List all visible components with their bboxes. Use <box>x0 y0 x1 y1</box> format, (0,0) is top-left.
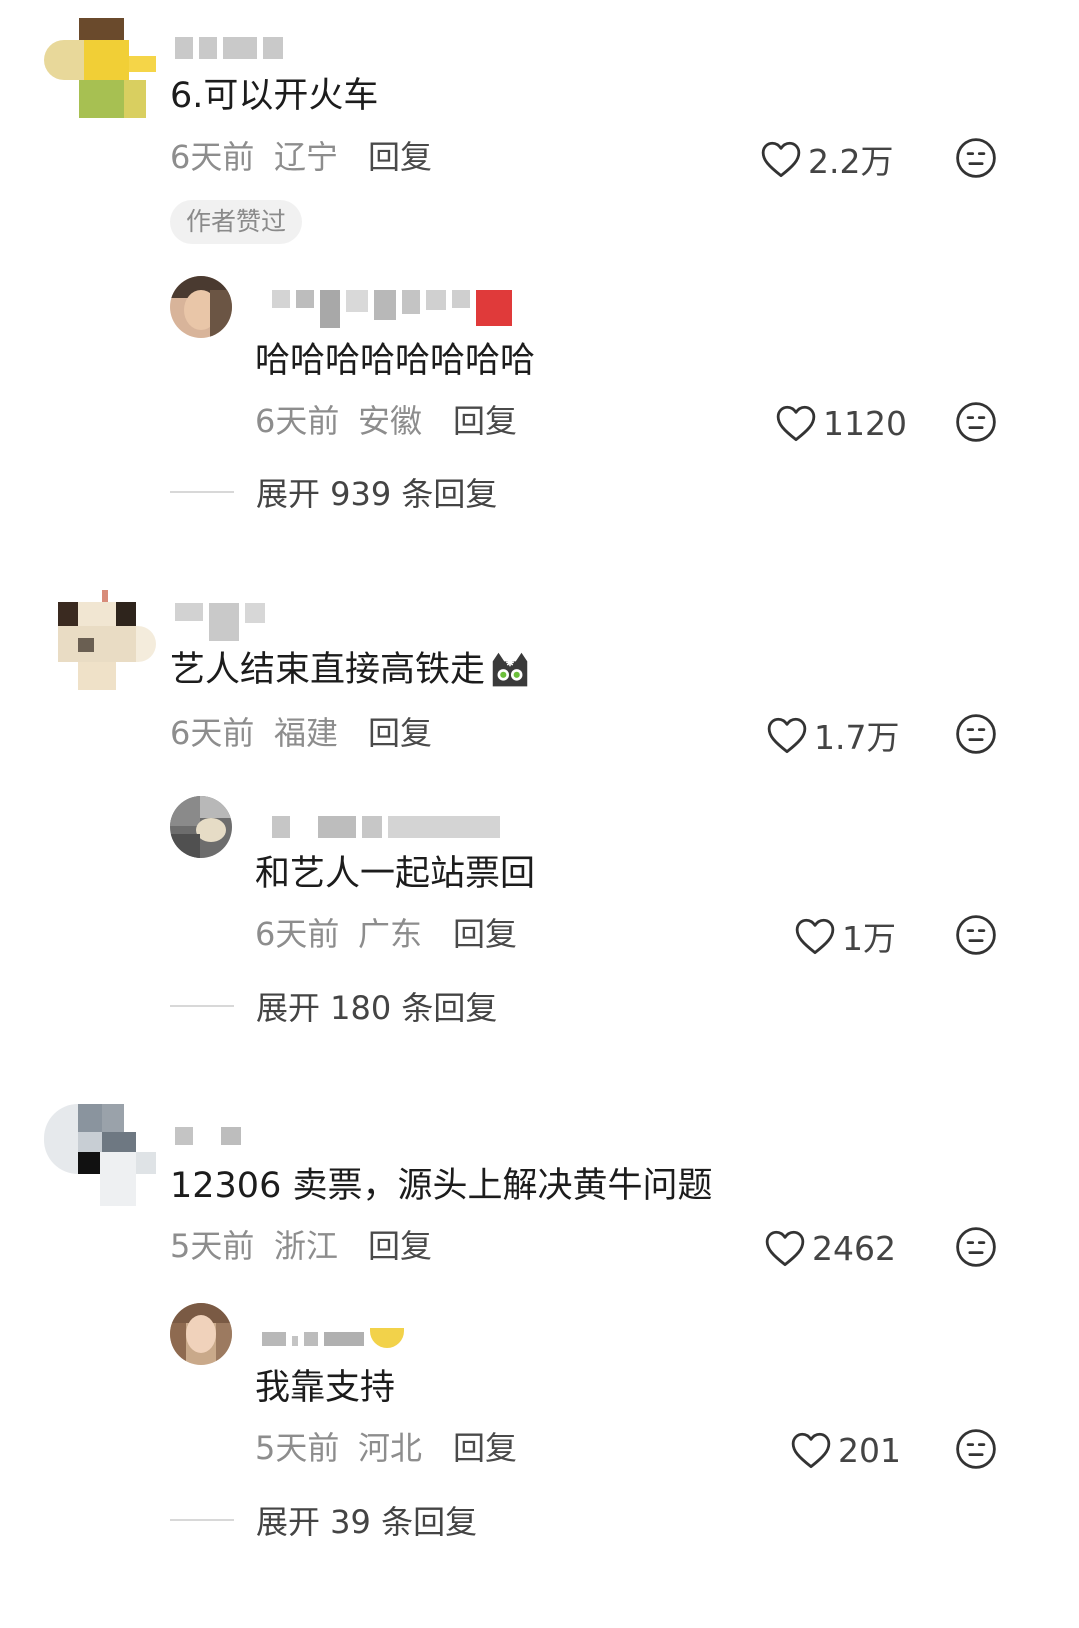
divider-line <box>170 491 234 493</box>
reply-text: 哈哈哈哈哈哈哈哈 <box>255 341 536 381</box>
reply-avatar[interactable] <box>170 1303 232 1365</box>
neutral-face-icon[interactable] <box>955 713 997 755</box>
like-count: 1万 <box>842 919 896 958</box>
comment-location: 浙江 <box>274 1227 339 1265</box>
like-button[interactable]: 201 <box>790 1428 901 1472</box>
heart-outline-icon <box>795 918 835 955</box>
comment-time: 6天前 <box>170 714 255 752</box>
reply-location: 河北 <box>358 1429 423 1467</box>
like-button[interactable]: 1万 <box>794 914 896 958</box>
cat-emoji-icon <box>492 652 528 687</box>
reply-button[interactable]: 回复 <box>368 713 432 753</box>
expand-replies-button[interactable]: 展开 180 条回复 <box>170 986 498 1027</box>
heart-outline-icon <box>767 717 807 754</box>
reply-username-blurred[interactable] <box>262 1318 410 1348</box>
neutral-face-icon[interactable] <box>955 1428 997 1470</box>
reply-button[interactable]: 回复 <box>368 1226 432 1266</box>
neutral-face-icon[interactable] <box>955 401 997 443</box>
heart-outline-icon <box>765 1230 805 1267</box>
divider-line <box>170 1519 234 1521</box>
divider-line <box>170 1005 234 1007</box>
heart-outline-icon <box>791 1432 831 1469</box>
expand-replies-label: 展开 939 条回复 <box>256 475 498 513</box>
like-count: 2462 <box>812 1228 896 1268</box>
expand-replies-label: 展开 180 条回复 <box>256 989 498 1027</box>
heart-outline-icon <box>776 405 816 442</box>
comment-time: 6天前 <box>170 138 255 176</box>
reply-username-blurred[interactable] <box>272 290 518 328</box>
reply-button[interactable]: 回复 <box>368 137 432 177</box>
comment-time: 5天前 <box>170 1227 255 1265</box>
like-button[interactable]: 1120 <box>775 401 907 445</box>
reply-location: 广东 <box>358 915 423 953</box>
reply-text: 我靠支持 <box>255 1368 396 1408</box>
author-liked-tag: 作者赞过 <box>170 200 303 244</box>
neutral-face-icon[interactable] <box>955 137 997 179</box>
like-button[interactable]: 2.2万 <box>760 137 893 181</box>
like-count: 1.7万 <box>814 718 900 757</box>
reply-avatar[interactable] <box>170 796 232 858</box>
heart-outline-icon <box>761 141 801 178</box>
username-blurred[interactable] <box>175 37 289 59</box>
neutral-face-icon[interactable] <box>955 1226 997 1268</box>
avatar[interactable] <box>58 590 158 700</box>
reply-time: 6天前 <box>255 915 340 953</box>
reply-button[interactable]: 回复 <box>453 1428 517 1468</box>
like-count: 201 <box>838 1430 901 1470</box>
reply-location: 安徽 <box>358 402 423 440</box>
expand-replies-button[interactable]: 展开 39 条回复 <box>170 1500 478 1541</box>
reply-button[interactable]: 回复 <box>453 401 517 441</box>
comment-text-content: 艺人结束直接高铁走 <box>170 650 486 690</box>
comment-location: 辽宁 <box>274 138 339 176</box>
comment-location: 福建 <box>274 714 339 752</box>
expand-replies-label: 展开 39 条回复 <box>256 1503 478 1541</box>
reply-avatar[interactable] <box>170 276 232 338</box>
reply-time: 5天前 <box>255 1429 340 1467</box>
like-count: 2.2万 <box>808 142 894 181</box>
reply-time: 6天前 <box>255 402 340 440</box>
expand-replies-button[interactable]: 展开 939 条回复 <box>170 472 498 513</box>
reply-button[interactable]: 回复 <box>453 914 517 954</box>
like-button[interactable]: 1.7万 <box>766 713 899 757</box>
comment-text: 艺人结束直接高铁走 <box>170 648 533 694</box>
username-blurred[interactable] <box>175 603 271 641</box>
username-blurred[interactable] <box>175 1127 247 1145</box>
comment-text: 6.可以开火车 <box>170 76 379 116</box>
neutral-face-icon[interactable] <box>955 914 997 956</box>
avatar[interactable] <box>44 18 156 118</box>
avatar[interactable] <box>44 1104 156 1206</box>
reply-text: 和艺人一起站票回 <box>255 854 536 894</box>
like-count: 1120 <box>823 403 907 443</box>
comment-text: 12306 卖票，源头上解决黄牛问题 <box>170 1166 713 1206</box>
reply-username-blurred[interactable] <box>272 816 506 838</box>
like-button[interactable]: 2462 <box>764 1226 896 1270</box>
